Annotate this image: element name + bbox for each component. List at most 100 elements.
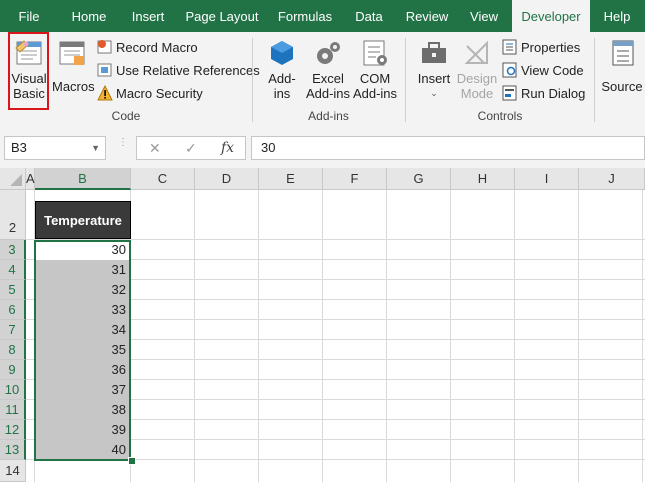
excel-add-ins-button[interactable]: Excel Add-ins	[304, 38, 352, 101]
design-mode-button[interactable]: Design Mode	[455, 38, 499, 101]
cell-b5[interactable]: 32	[35, 280, 130, 300]
cell-b4[interactable]: 31	[35, 260, 130, 280]
cell-b9[interactable]: 36	[35, 360, 130, 380]
properties-button[interactable]: Properties	[502, 39, 580, 56]
tab-help[interactable]: Help	[592, 0, 642, 32]
name-box-value: B3	[11, 140, 27, 155]
insert-controls-button[interactable]: Insert ⌄	[414, 38, 454, 101]
row-header-4[interactable]: 4	[0, 260, 26, 280]
source-button[interactable]: Source	[600, 38, 644, 94]
cell-b10[interactable]: 37	[35, 380, 130, 400]
controls-group-label: Controls	[477, 109, 523, 123]
row-header-10[interactable]: 10	[0, 380, 26, 400]
tab-formulas[interactable]: Formulas	[268, 0, 342, 32]
record-macro-icon	[97, 39, 113, 55]
formula-bar-buttons: ✕ ✓ fx	[136, 136, 246, 160]
gear-icon	[317, 42, 340, 64]
column-header-f[interactable]: F	[323, 168, 387, 190]
formula-bar-grip-icon: ⋮	[118, 137, 128, 148]
row-header-13[interactable]: 13	[0, 440, 26, 460]
macro-security-label: Macro Security	[116, 86, 203, 101]
com-add-ins-button[interactable]: COM Add-ins	[352, 38, 398, 101]
enter-icon[interactable]: ✓	[185, 140, 197, 157]
chevron-down-icon: ⌄	[430, 88, 438, 98]
macros-label: Macros	[52, 79, 95, 94]
column-header-c[interactable]: C	[131, 168, 195, 190]
run-dialog-label: Run Dialog	[521, 86, 586, 101]
add-ins-button[interactable]: Add- ins	[262, 38, 302, 101]
record-macro-button[interactable]: Record Macro	[97, 39, 198, 56]
cell-b12[interactable]: 39	[35, 420, 130, 440]
run-dialog-button[interactable]: Run Dialog	[502, 85, 585, 102]
row-header-9[interactable]: 9	[0, 360, 26, 380]
warning-icon	[97, 84, 113, 101]
select-all-icon	[10, 174, 22, 186]
row-header-2[interactable]: 2	[0, 190, 26, 240]
cell-b8[interactable]: 35	[35, 340, 130, 360]
add-ins-label-1: Add-	[268, 71, 296, 86]
properties-label: Properties	[521, 40, 581, 55]
tab-insert[interactable]: Insert	[120, 0, 176, 32]
record-macro-label: Record Macro	[116, 40, 198, 55]
row-header-11[interactable]: 11	[0, 400, 26, 420]
view-code-label: View Code	[521, 63, 584, 78]
macros-icon	[59, 41, 85, 65]
insert-function-icon[interactable]: fx	[221, 140, 234, 156]
column-header-g[interactable]: G	[387, 168, 451, 190]
chevron-down-icon: ▼	[91, 143, 100, 153]
tab-data[interactable]: Data	[342, 0, 396, 32]
cell-b11[interactable]: 38	[35, 400, 130, 420]
cell-b13[interactable]: 40	[35, 440, 130, 460]
ribbon-tab-bar: File Home Insert Page Layout Formulas Da…	[0, 0, 645, 33]
cell-b6[interactable]: 33	[35, 300, 130, 320]
xml-source-icon	[612, 40, 634, 66]
com-add-ins-label-1: COM	[359, 71, 391, 86]
column-header-e[interactable]: E	[259, 168, 323, 190]
insert-label: Insert	[417, 71, 451, 86]
source-label: Source	[601, 79, 643, 94]
select-all-corner[interactable]	[0, 168, 26, 190]
row-header-14[interactable]: 14	[0, 460, 26, 482]
tab-developer[interactable]: Developer	[512, 0, 590, 33]
formula-bar: B3 ▼ ⋮ ✕ ✓ fx 30	[0, 128, 645, 168]
use-relative-references-label: Use Relative References	[116, 63, 260, 78]
column-header-d[interactable]: D	[195, 168, 259, 190]
view-code-icon	[502, 62, 518, 78]
view-code-button[interactable]: View Code	[502, 62, 584, 79]
group-separator	[594, 38, 595, 122]
column-header-h[interactable]: H	[451, 168, 515, 190]
cell-b7[interactable]: 34	[35, 320, 130, 340]
tab-view[interactable]: View	[458, 0, 510, 32]
cell-b2-temperature-header[interactable]: Temperature	[35, 201, 131, 239]
formula-input[interactable]: 30	[251, 136, 645, 160]
column-header-a[interactable]: A	[26, 168, 35, 190]
tab-review[interactable]: Review	[396, 0, 458, 32]
tab-file[interactable]: File	[0, 0, 58, 32]
column-header-j[interactable]: J	[579, 168, 645, 190]
row-header-5[interactable]: 5	[0, 280, 26, 300]
column-header-b[interactable]: B	[35, 168, 131, 190]
run-dialog-icon	[502, 85, 518, 101]
add-ins-group-label: Add-ins	[308, 109, 349, 123]
tab-home[interactable]: Home	[58, 0, 120, 32]
properties-icon	[502, 39, 518, 55]
code-group-label: Code	[111, 109, 141, 123]
cancel-icon[interactable]: ✕	[149, 140, 161, 157]
row-header-7[interactable]: 7	[0, 320, 26, 340]
macros-button[interactable]: Macros	[52, 38, 95, 94]
column-header-i[interactable]: I	[515, 168, 579, 190]
design-mode-icon	[464, 40, 488, 64]
row-header-6[interactable]: 6	[0, 300, 26, 320]
name-box[interactable]: B3 ▼	[4, 136, 106, 160]
row-header-3[interactable]: 3	[0, 240, 26, 260]
com-add-ins-icon	[363, 40, 387, 66]
tab-page-layout[interactable]: Page Layout	[176, 0, 268, 32]
com-add-ins-label-2: Add-ins	[352, 86, 398, 101]
macro-security-button[interactable]: Macro Security	[97, 84, 203, 102]
cell-b3[interactable]: 30	[35, 240, 130, 260]
fill-handle[interactable]	[128, 457, 136, 465]
row-header-8[interactable]: 8	[0, 340, 26, 360]
use-relative-references-button[interactable]: Use Relative References	[97, 62, 260, 79]
row-header-12[interactable]: 12	[0, 420, 26, 440]
excel-add-ins-label-1: Excel	[312, 71, 344, 86]
